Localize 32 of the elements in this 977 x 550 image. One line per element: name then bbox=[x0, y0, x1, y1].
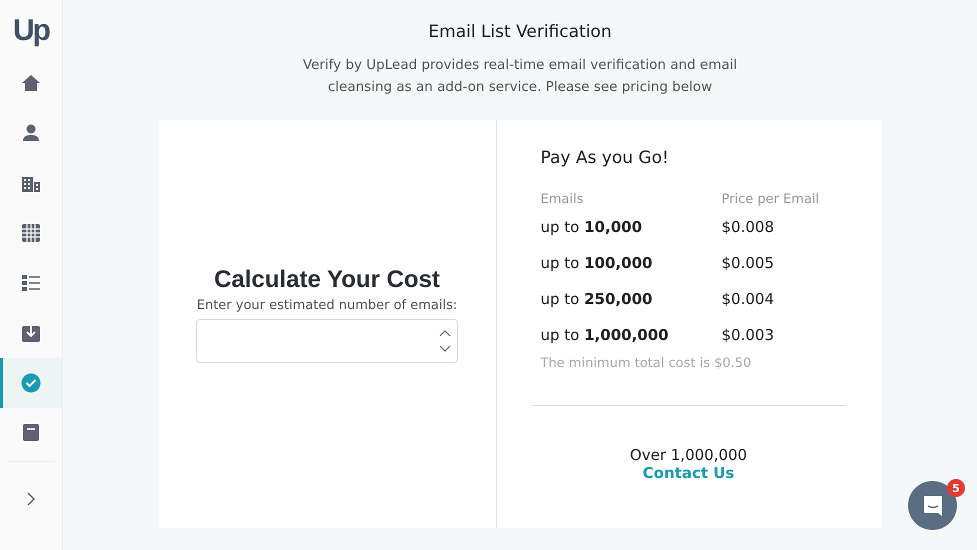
person-icon bbox=[21, 123, 41, 143]
pricing-title: Pay As you Go! bbox=[540, 148, 670, 168]
price: $0.003 bbox=[722, 326, 774, 344]
logo[interactable]: Up bbox=[13, 14, 49, 48]
email-tier-label: up to 1,000,000 bbox=[540, 326, 670, 344]
price: $0.008 bbox=[722, 218, 774, 236]
check-circle-icon bbox=[21, 373, 41, 393]
sidebar-item[interactable] bbox=[0, 358, 62, 408]
calculator-title: Calculate Your Cost bbox=[214, 266, 440, 294]
email-tier-label: up to 250,000 bbox=[540, 290, 654, 308]
calculator-label: Enter your estimated number of emails: bbox=[196, 298, 458, 313]
chat-icon bbox=[922, 494, 942, 516]
column-header: Price per Email bbox=[722, 192, 820, 207]
column-header: Emails bbox=[540, 192, 584, 207]
over-tier-text: Over 1,000,000 bbox=[628, 446, 748, 464]
expand-chevron-icon[interactable] bbox=[26, 492, 36, 506]
email-count-field[interactable] bbox=[196, 319, 458, 363]
price: $0.004 bbox=[722, 290, 774, 308]
table-icon bbox=[21, 223, 41, 243]
email-tier-label: up to 10,000 bbox=[540, 218, 644, 236]
book-icon bbox=[21, 423, 41, 443]
email-tier-label: up to 100,000 bbox=[540, 254, 654, 272]
notification-badge: 5 bbox=[947, 479, 965, 497]
page-title: Email List Verification bbox=[428, 22, 612, 42]
minimum-cost-note: The minimum total cost is $0.50 bbox=[540, 356, 752, 371]
list-icon bbox=[21, 273, 41, 293]
price: $0.005 bbox=[722, 254, 774, 272]
chat-button[interactable] bbox=[908, 481, 957, 530]
home-icon bbox=[21, 73, 41, 93]
download-icon bbox=[21, 323, 41, 343]
spinner-arrows-icon[interactable] bbox=[439, 329, 451, 353]
page-description: Verify by UpLead provides real-time email verification and email cleansing as an add-on service. Please see pricing below bbox=[302, 56, 738, 97]
